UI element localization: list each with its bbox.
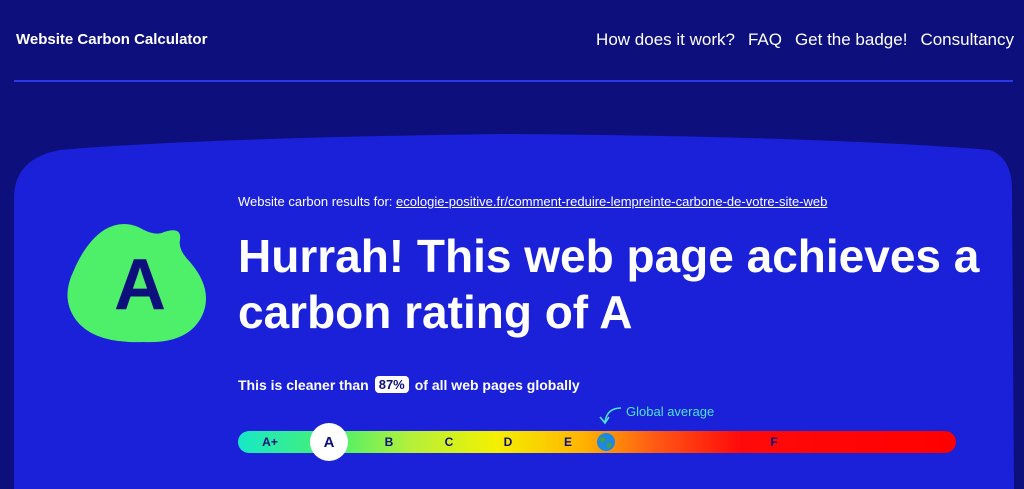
grade-letter: A: [114, 245, 166, 325]
result-url-link[interactable]: ecologie-positive.fr/comment-reduire-lem…: [396, 194, 827, 209]
scale-label-c: C: [444, 435, 454, 449]
scale-label-d: D: [503, 435, 513, 449]
results-prefix: Website carbon results for:: [238, 194, 393, 209]
scale-label-b: B: [384, 435, 394, 449]
cleaner-than-statement: This is cleaner than 87% of all web page…: [238, 376, 580, 393]
cleaner-text-after: of all web pages globally: [414, 376, 580, 393]
results-for-line: Website carbon results for: ecologie-pos…: [238, 194, 827, 209]
global-average-label: Global average: [626, 404, 715, 419]
cleaner-percentage-badge: 87%: [374, 376, 409, 393]
scale-label-a-plus: A+: [262, 435, 278, 449]
scale-label-e: E: [563, 435, 573, 449]
globe-icon: [597, 433, 615, 451]
current-rating-marker: A: [310, 423, 348, 461]
cleaner-text-before: This is cleaner than: [238, 376, 369, 393]
scale-label-f: F: [770, 435, 778, 449]
global-average-arrow-icon: [599, 407, 622, 425]
result-headline: Hurrah! This web page achieves a carbon …: [238, 230, 980, 338]
